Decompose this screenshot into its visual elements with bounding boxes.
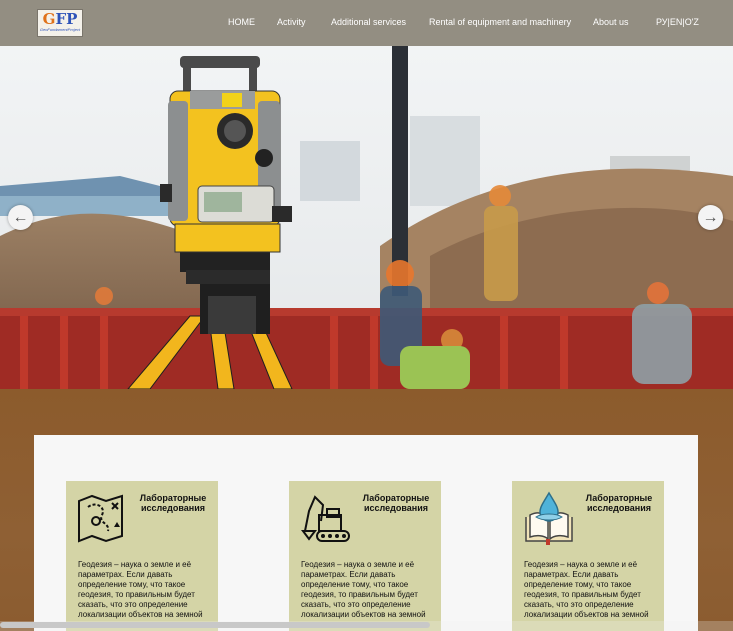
slider-prev-button[interactable]: ← (8, 205, 33, 230)
nav-home[interactable]: HOME (228, 17, 255, 27)
map-icon (78, 494, 123, 543)
card-text: Геодезия – наука о земле и её параметрах… (524, 560, 649, 619)
hero-slider: ← → (0, 46, 733, 389)
nav-activity[interactable]: Activity (277, 17, 306, 27)
card-title: Лабораторные исследования (362, 493, 430, 513)
card-text: Геодезия – наука о земле и её параметрах… (301, 560, 426, 619)
excavator-icon (301, 495, 350, 542)
water-drop-book-icon (525, 491, 573, 545)
nav-about[interactable]: About us (593, 17, 629, 27)
hero-image (0, 46, 733, 389)
service-card[interactable]: Лабораторные исследования Геодезия – нау… (512, 481, 664, 631)
arrow-right-icon: → (702, 208, 719, 226)
card-title: Лабораторные исследования (585, 493, 653, 513)
card-title: Лабораторные исследования (139, 493, 207, 513)
slider-next-button[interactable]: → (698, 205, 723, 230)
scrollbar-thumb[interactable] (0, 622, 430, 628)
arrow-left-icon: ← (12, 208, 29, 226)
nav-rental[interactable]: Rental of equipment and machinery (429, 17, 571, 27)
language-switcher[interactable]: РУ|EN|O'Z (656, 17, 699, 27)
logo-subtext: GeoFundamentProject (39, 27, 81, 32)
service-card[interactable]: Лабораторные исследования Геодезия – нау… (289, 481, 441, 631)
service-card[interactable]: Лабораторные исследования Геодезия – нау… (66, 481, 218, 631)
logo-mark: GFP (42, 10, 78, 28)
card-text: Геодезия – наука о земле и её параметрах… (78, 560, 203, 619)
top-nav: GFP GeoFundamentProject HOME Activity Ad… (0, 0, 733, 46)
horizontal-scrollbar[interactable] (0, 621, 733, 631)
nav-additional-services[interactable]: Additional services (331, 17, 406, 27)
brand-logo[interactable]: GFP GeoFundamentProject (37, 9, 83, 37)
